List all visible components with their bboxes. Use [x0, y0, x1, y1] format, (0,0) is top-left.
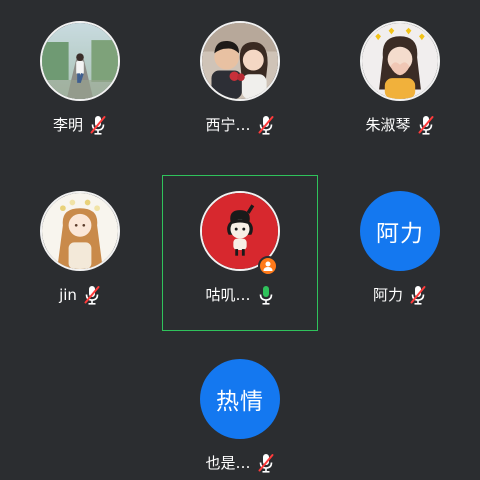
mic-on-icon[interactable]	[257, 284, 275, 306]
participant-name: 李明	[52, 116, 83, 134]
participant-tile-liming[interactable]: 李明	[0, 0, 160, 160]
avatar	[360, 21, 440, 101]
host-badge-icon	[258, 256, 278, 276]
participant-tile-guji-host[interactable]: 咕叽…	[160, 170, 320, 330]
mic-muted-icon[interactable]	[83, 284, 101, 306]
mic-muted-icon[interactable]	[417, 114, 435, 136]
mic-muted-icon[interactable]	[409, 284, 427, 306]
mic-muted-icon[interactable]	[257, 114, 275, 136]
mic-muted-icon[interactable]	[89, 114, 107, 136]
participant-name: 咕叽…	[205, 286, 251, 304]
mic-muted-icon[interactable]	[257, 452, 275, 474]
avatar: 热情	[200, 359, 280, 439]
participant-tile-xining[interactable]: 西宁…	[160, 0, 320, 160]
participant-name: 阿力	[372, 286, 403, 304]
avatar	[40, 191, 120, 271]
participant-name: 也是…	[205, 454, 251, 472]
avatar: 阿力	[360, 191, 440, 271]
avatar	[200, 21, 280, 101]
avatar	[40, 21, 120, 101]
participant-tile-zhushuqin[interactable]: 朱淑琴	[320, 0, 480, 160]
participant-tile-yeshi[interactable]: 热情 也是…	[160, 338, 320, 480]
participant-name: 朱淑琴	[365, 116, 411, 134]
participant-name: 西宁…	[205, 116, 251, 134]
participant-tile-jin[interactable]: jin	[0, 170, 160, 330]
meeting-participant-grid: 李明 西宁… 朱淑琴 jin 咕叽… 阿力 阿力 热情 也是…	[0, 0, 480, 480]
participant-name: jin	[59, 286, 77, 304]
participant-tile-ali[interactable]: 阿力 阿力	[320, 170, 480, 330]
